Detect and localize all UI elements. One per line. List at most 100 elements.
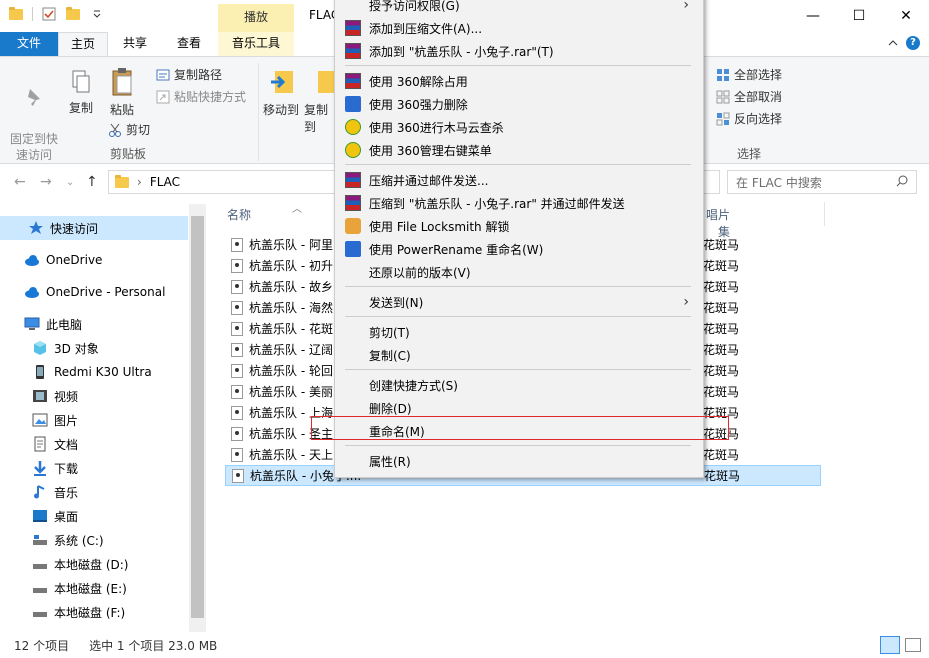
- paste-button[interactable]: 粘贴: [104, 67, 140, 118]
- minimize-button[interactable]: —: [790, 0, 836, 32]
- pin-quick-access-button[interactable]: 固定到快 速访问: [6, 69, 62, 163]
- customize-qat-icon[interactable]: [89, 6, 105, 22]
- cloud-icon: [24, 252, 40, 268]
- move-to-button[interactable]: 移动到: [262, 67, 300, 118]
- audio-file-icon: [231, 405, 243, 420]
- audio-file-icon: [231, 426, 243, 441]
- menu-item[interactable]: 使用 PowerRename 重命名(W): [335, 238, 703, 260]
- close-button[interactable]: ✕: [883, 0, 929, 32]
- paste-shortcut-button[interactable]: 粘贴快捷方式: [156, 88, 246, 105]
- desktop-icon: [32, 508, 48, 524]
- large-icons-view-icon[interactable]: [905, 638, 921, 652]
- menu-separator: [345, 369, 691, 370]
- select-none-button[interactable]: 全部取消: [716, 88, 782, 105]
- copy-path-icon: [156, 69, 170, 80]
- nav-item-drive-d[interactable]: 本地磁盘 (D:): [0, 552, 188, 576]
- nav-item-documents[interactable]: 文档: [0, 432, 188, 456]
- paste-shortcut-icon: [156, 90, 170, 103]
- tab-file[interactable]: 文件: [0, 32, 58, 56]
- menu-item-label: 复制(C): [369, 348, 411, 363]
- nav-item-videos[interactable]: 视频: [0, 384, 188, 408]
- sort-up-icon: ︿: [292, 204, 302, 215]
- menu-item[interactable]: 属性(R): [335, 450, 703, 472]
- nav-label: 本地磁盘 (D:): [54, 557, 129, 572]
- copy-path-button[interactable]: 复制路径: [156, 66, 222, 83]
- search-icon: [896, 175, 908, 190]
- copy-to-button[interactable]: 复制到: [304, 67, 334, 135]
- nav-item-drive-f[interactable]: 本地磁盘 (F:): [0, 600, 188, 624]
- menu-item[interactable]: 使用 360解除占用: [335, 70, 703, 92]
- tab-home[interactable]: 主页: [58, 32, 108, 56]
- maximize-button[interactable]: ☐: [836, 0, 882, 32]
- menu-item[interactable]: 复制(C): [335, 344, 703, 366]
- menu-item-label: 属性(R): [369, 454, 411, 469]
- paste-icon: [110, 67, 134, 97]
- menu-item[interactable]: 使用 360进行木马云查杀: [335, 116, 703, 138]
- nav-item-drive-c[interactable]: 系统 (C:): [0, 528, 188, 552]
- menu-item[interactable]: 创建快捷方式(S): [335, 374, 703, 396]
- menu-item[interactable]: 剪切(T): [335, 321, 703, 343]
- nav-item-onedrive[interactable]: OneDrive: [0, 248, 188, 272]
- back-arrow-icon[interactable]: ←: [14, 174, 26, 190]
- collapse-ribbon-icon[interactable]: [888, 36, 898, 50]
- menu-item-label: 还原以前的版本(V): [369, 265, 471, 280]
- nav-item-onedrive-personal[interactable]: OneDrive - Personal: [0, 280, 188, 304]
- search-input[interactable]: 在 FLAC 中搜索: [727, 170, 917, 194]
- menu-item[interactable]: 压缩到 "杭盖乐队 - 小兔子.rar" 并通过邮件发送: [335, 192, 703, 214]
- nav-item-music[interactable]: 音乐: [0, 480, 188, 504]
- nav-item-3d-objects[interactable]: 3D 对象: [0, 336, 188, 360]
- powerrename-icon: [345, 241, 361, 257]
- menu-item[interactable]: 添加到压缩文件(A)...: [335, 17, 703, 39]
- nav-item-this-pc[interactable]: 此电脑: [0, 312, 188, 336]
- copy-button[interactable]: 复制: [64, 69, 98, 116]
- column-header-name[interactable]: 名称: [227, 206, 251, 223]
- menu-item-label: 剪切(T): [369, 325, 410, 340]
- folder-icon[interactable]: [8, 6, 24, 22]
- invert-selection-button[interactable]: 反向选择: [716, 110, 782, 127]
- menu-item[interactable]: 使用 360管理右键菜单: [335, 139, 703, 161]
- lock-icon: [345, 218, 361, 234]
- menu-item[interactable]: 使用 360强力删除: [335, 93, 703, 115]
- menu-item[interactable]: 还原以前的版本(V): [335, 261, 703, 283]
- nav-item-phone[interactable]: Redmi K30 Ultra: [0, 360, 188, 384]
- winrar-icon: [345, 20, 361, 36]
- cut-button[interactable]: 剪切: [108, 121, 150, 138]
- nav-item-desktop[interactable]: 桌面: [0, 504, 188, 528]
- menu-item[interactable]: 授予访问权限(G) ›: [335, 0, 703, 16]
- menu-item-label: 授予访问权限(G): [369, 0, 460, 13]
- audio-file-icon: [231, 258, 243, 273]
- cloud-icon: [24, 284, 40, 300]
- forward-arrow-icon[interactable]: →: [40, 174, 52, 190]
- powerrename-icon: [345, 96, 361, 112]
- file-album: 花斑马: [703, 259, 740, 273]
- menu-separator: [345, 65, 691, 66]
- nav-scrollbar-thumb[interactable]: [191, 216, 204, 618]
- shield-360-icon: [345, 119, 361, 135]
- shield-360-icon: [345, 142, 361, 158]
- menu-item[interactable]: 发送到(N) ›: [335, 291, 703, 313]
- tab-music-tools[interactable]: 音乐工具: [218, 32, 294, 56]
- details-view-icon[interactable]: [880, 636, 900, 654]
- cut-label: 剪切: [126, 123, 151, 137]
- nav-item-pictures[interactable]: 图片: [0, 408, 188, 432]
- drive-icon: [32, 604, 48, 620]
- file-album: 花斑马: [703, 322, 740, 336]
- menu-item[interactable]: 添加到 "杭盖乐队 - 小兔子.rar"(T): [335, 40, 703, 62]
- copy-to-label: 复制到: [304, 103, 329, 134]
- nav-label: 3D 对象: [54, 341, 99, 356]
- recent-locations-icon[interactable]: ⌄: [66, 177, 74, 188]
- new-folder-icon[interactable]: [65, 6, 81, 22]
- winrar-icon: [345, 43, 361, 59]
- help-icon[interactable]: ?: [906, 36, 920, 50]
- menu-item[interactable]: 使用 File Locksmith 解锁: [335, 215, 703, 237]
- up-arrow-icon[interactable]: ↑: [86, 174, 98, 190]
- menu-item-label: 使用 PowerRename 重命名(W): [369, 242, 544, 257]
- nav-item-quick-access[interactable]: 快速访问: [0, 216, 188, 240]
- tab-share[interactable]: 共享: [112, 32, 158, 56]
- tab-view[interactable]: 查看: [164, 32, 214, 56]
- properties-check-icon[interactable]: [41, 6, 57, 22]
- nav-item-downloads[interactable]: 下载: [0, 456, 188, 480]
- menu-item[interactable]: 压缩并通过邮件发送...: [335, 169, 703, 191]
- select-all-button[interactable]: 全部选择: [716, 66, 782, 83]
- nav-item-drive-e[interactable]: 本地磁盘 (E:): [0, 576, 188, 600]
